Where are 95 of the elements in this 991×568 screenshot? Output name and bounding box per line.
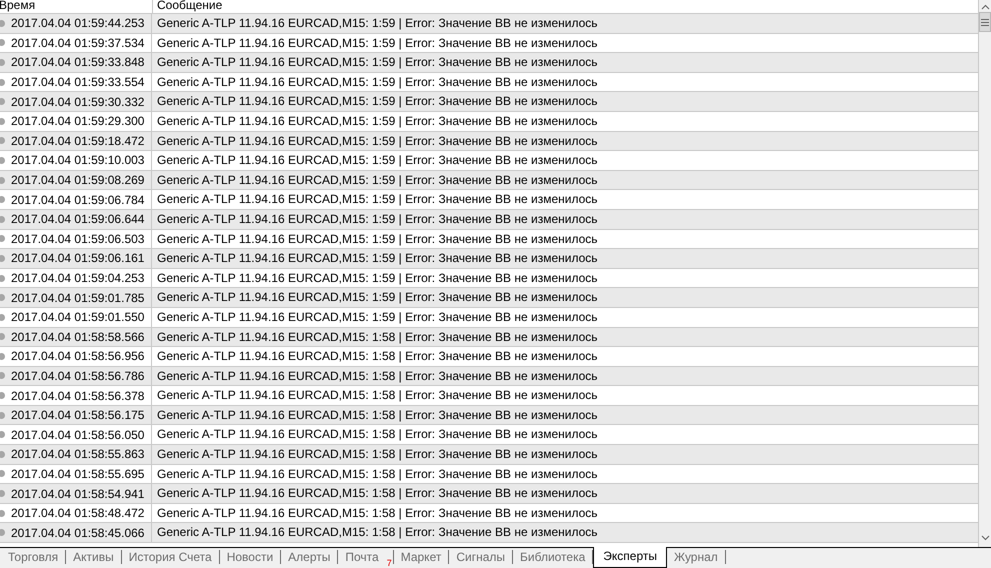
time-cell-text: 2017.04.04 01:59:08.269 [11,172,144,190]
message-cell-text: Generic A-TLP 11.94.16 EURCAD,M15: 1:59 | Error: Значение BB не изменилось [156,172,599,189]
message-cell-text: Generic A-TLP 11.94.16 EURCAD,M15: 1:59 | Error: Значение BB не изменилось [156,289,599,306]
tab[interactable]: Алерты [281,550,338,564]
status-dot-icon [0,78,5,86]
message-cell-text: Generic A-TLP 11.94.16 EURCAD,M15: 1:58 | Error: Значение BB не изменилось [156,387,599,404]
time-cell-text: 2017.04.04 01:58:45.066 [11,524,144,542]
time-cell-text: 2017.04.04 01:59:30.332 [11,94,144,111]
message-cell-text: Generic A-TLP 11.94.16 EURCAD,M15: 1:59 | Error: Значение BB не изменилось [156,270,599,287]
time-cell-text: 2017.04.04 01:59:37.534 [11,34,144,52]
time-cell-text: 2017.04.04 01:59:18.472 [11,132,144,150]
message-cell-text: Generic A-TLP 11.94.16 EURCAD,M15: 1:58 | Error: Значение BB не изменилось [156,348,599,366]
time-cell-text: 2017.04.04 01:58:54.941 [11,486,144,503]
message-cell-text: Generic A-TLP 11.94.16 EURCAD,M15: 1:59 | Error: Значение BB не изменилось [156,74,599,91]
status-dot-icon [0,450,5,458]
tab[interactable]: Активы [66,550,122,564]
message-cell-text: Generic A-TLP 11.94.16 EURCAD,M15: 1:58 | Error: Значение BB не изменилось [156,524,599,542]
time-cell-text: 2017.04.04 01:59:01.785 [11,290,144,307]
status-dot-icon [0,39,5,46]
status-dot-icon [0,372,5,380]
status-dot-icon [0,254,5,262]
message-cell-text: Generic A-TLP 11.94.16 EURCAD,M15: 1:59 | Error: Значение BB не изменилось [156,210,599,228]
status-dot-icon [0,529,5,536]
time-cell-text: 2017.04.04 01:58:58.566 [11,328,144,346]
time-cell-text: 2017.04.04 01:58:48.472 [11,505,144,522]
time-cell-text: 2017.04.04 01:58:56.050 [11,426,144,444]
tab[interactable]: Почта 7 [338,550,394,564]
scroll-down-icon[interactable] [980,535,990,541]
time-cell-text: 2017.04.04 01:58:56.786 [11,368,144,385]
status-dot-icon [0,156,5,164]
tab[interactable]: Журнал [667,550,726,564]
time-cell-text: 2017.04.04 01:59:33.554 [11,74,144,92]
message-cell-text: Generic A-TLP 11.94.16 EURCAD,M15: 1:59 | Error: Значение BB не изменилось [156,230,599,248]
message-cell-text: Generic A-TLP 11.94.16 EURCAD,M15: 1:58 | Error: Значение BB не изменилось [156,446,599,464]
message-cell-text: Generic A-TLP 11.94.16 EURCAD,M15: 1:59 | Error: Значение BB не изменилось [156,93,599,110]
message-cell-text: Generic A-TLP 11.94.16 EURCAD,M15: 1:58 | Error: Значение BB не изменилось [156,504,599,522]
time-cell-text: 2017.04.04 01:59:04.253 [11,270,144,288]
status-dot-icon [0,431,5,438]
status-dot-icon [0,176,5,184]
tab[interactable]: Новости [220,550,282,564]
status-dot-icon [0,58,5,66]
status-dot-icon [0,470,5,478]
tab[interactable]: Сигналы [449,550,514,564]
message-cell-text: Generic A-TLP 11.94.16 EURCAD,M15: 1:59 | Error: Значение BB не изменилось [156,54,599,72]
tab[interactable]: Маркет [394,550,450,564]
message-cell-text: Generic A-TLP 11.94.16 EURCAD,M15: 1:59 | Error: Значение BB не изменилось [156,152,599,170]
message-cell-text: Generic A-TLP 11.94.16 EURCAD,M15: 1:58 | Error: Значение BB не изменилось [156,368,599,385]
status-dot-icon [0,118,5,125]
status-dot-icon [0,216,5,223]
message-cell-text: Generic A-TLP 11.94.16 EURCAD,M15: 1:59 | Error: Значение BB не изменилось [156,308,599,326]
message-cell-text: Generic A-TLP 11.94.16 EURCAD,M15: 1:59 | Error: Значение BB не изменилось [156,112,599,130]
status-dot-icon [0,490,5,498]
time-cell-text: 2017.04.04 01:58:56.175 [11,407,144,424]
status-dot-icon [0,333,5,340]
time-cell-text: 2017.04.04 01:58:55.695 [11,466,144,483]
status-dot-icon [0,412,5,419]
message-cell-text: Generic A-TLP 11.94.16 EURCAD,M15: 1:59 | Error: Значение BB не изменилось [156,191,599,208]
time-cell-text: 2017.04.04 01:58:56.956 [11,348,144,366]
time-cell-text: 2017.04.04 01:59:33.848 [11,54,144,72]
message-cell-text: Generic A-TLP 11.94.16 EURCAD,M15: 1:59 | Error: Значение BB не изменилось [156,15,599,32]
status-dot-icon [0,20,5,27]
scrollbar-thumb[interactable] [979,12,991,32]
time-cell-text: 2017.04.04 01:59:29.300 [11,113,144,130]
message-cell-text: Generic A-TLP 11.94.16 EURCAD,M15: 1:58 | Error: Значение BB не изменилось [156,426,599,444]
status-dot-icon [0,294,5,302]
scroll-up-icon[interactable] [980,4,990,10]
tab[interactable]: История Счета [122,550,220,564]
status-dot-icon [0,235,5,242]
time-cell-text: 2017.04.04 01:59:10.003 [11,152,144,170]
time-cell-text: 2017.04.04 01:59:06.503 [11,230,144,248]
time-cell-text: 2017.04.04 01:58:55.863 [11,446,144,464]
status-dot-icon [0,352,5,360]
message-cell-text: Generic A-TLP 11.94.16 EURCAD,M15: 1:58 | Error: Значение BB не изменилось [156,485,599,502]
time-cell-text: 2017.04.04 01:59:06.161 [11,250,144,268]
status-dot-icon [0,392,5,400]
status-dot-icon [0,510,5,517]
message-cell-text: Generic A-TLP 11.94.16 EURCAD,M15: 1:58 | Error: Значение BB не изменилось [156,328,599,346]
status-dot-icon [0,137,5,144]
time-cell-text: 2017.04.04 01:59:44.253 [11,15,144,32]
message-cell-text: Generic A-TLP 11.94.16 EURCAD,M15: 1:58 | Error: Значение BB не изменилось [156,406,599,424]
time-cell-text: 2017.04.04 01:59:06.784 [11,192,144,209]
message-cell-text: Generic A-TLP 11.94.16 EURCAD,M15: 1:59 | Error: Значение BB не изменилось [156,132,599,150]
status-dot-icon [0,314,5,321]
status-dot-icon [0,274,5,282]
tab[interactable]: Эксперты [593,547,667,568]
tab[interactable]: Торговля [1,550,66,564]
time-cell-text: 2017.04.04 01:58:56.378 [11,388,144,405]
message-cell-text: Generic A-TLP 11.94.16 EURCAD,M15: 1:59 | Error: Значение BB не изменилось [156,34,599,52]
time-cell-text: 2017.04.04 01:59:01.550 [11,309,144,326]
message-cell-text: Generic A-TLP 11.94.16 EURCAD,M15: 1:59 | Error: Значение BB не изменилось [156,250,599,268]
message-cell-text: Generic A-TLP 11.94.16 EURCAD,M15: 1:58 | Error: Значение BB не изменилось [156,466,599,483]
column-header[interactable]: Время [0,0,152,13]
status-dot-icon [0,98,5,106]
time-cell-text: 2017.04.04 01:59:06.644 [11,211,144,228]
status-dot-icon [0,196,5,204]
